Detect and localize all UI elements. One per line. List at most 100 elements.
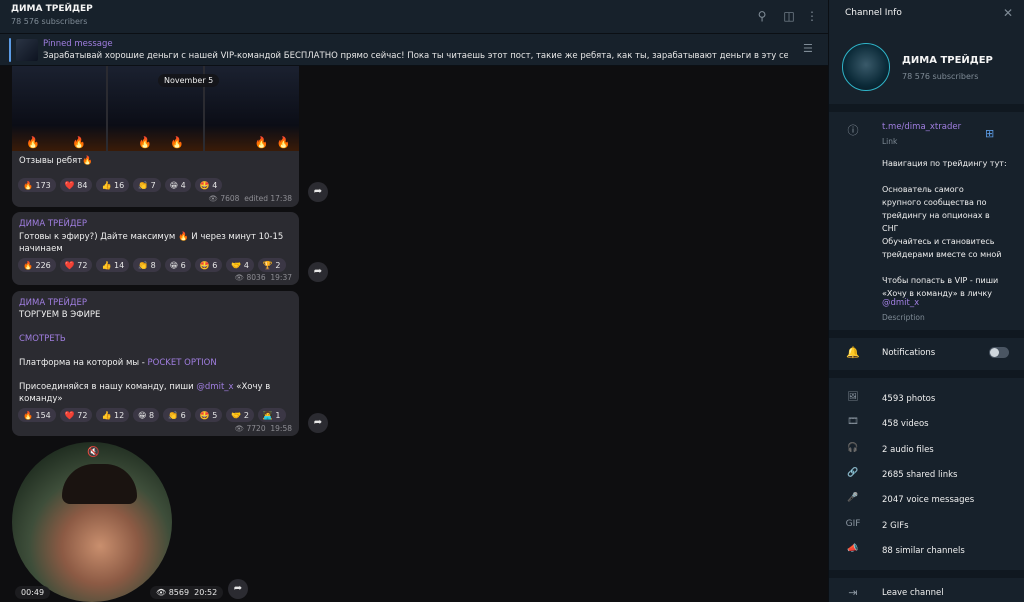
qr-code-icon[interactable]: ⊞ [985,127,994,140]
close-icon[interactable]: ✕ [1003,6,1013,20]
reaction-chip[interactable]: 🤩 6 [194,258,223,272]
reaction-chip[interactable]: 😁 6 [164,258,191,272]
message[interactable]: ДИМА ТРЕЙДЕР Готовы к эфиру?) Дайте макс… [12,212,299,285]
channel-info-panel: Channel Info ✕ ДИМА ТРЕЙДЕР 78 576 subsc… [828,0,1024,602]
divider [829,370,1024,378]
message-time: 19:58 [270,424,292,433]
divider [829,330,1024,338]
reaction-chip[interactable]: 😁 8 [133,408,160,422]
description-handle[interactable]: @dmit_x [882,298,919,308]
platform-prefix: Платформа на которой мы - [19,358,148,368]
view-count: 7608 [220,194,240,203]
reaction-chip[interactable]: 🤩 4 [194,178,223,192]
video-frame [62,464,137,504]
photos-icon: 🖼 [847,392,859,402]
reaction-chip[interactable]: 🔥 173 [18,178,56,192]
message-meta: 👁 7608 edited 17:38 [208,194,292,203]
divider [829,104,1024,112]
photo-album[interactable]: 🔥 🔥 🔥 🔥 🔥 🔥 [12,66,299,151]
message-meta: 👁 7720 19:58 [234,424,292,433]
reaction-chip[interactable]: 👏 7 [133,178,161,192]
video-message[interactable]: 🔇 [12,442,172,602]
search-icon[interactable]: ⚲ [754,8,770,24]
leave-icon: ⇥ [848,586,858,599]
link-icon: 🔗 [847,467,859,478]
channel-link[interactable]: t.me/dima_xtrader [882,122,961,132]
message[interactable]: ДИМА ТРЕЙДЕР ТОРГУЕМ В ЭФИРЕ СМОТРЕТЬ Пл… [12,291,299,436]
reaction-chip[interactable]: 😁 4 [164,178,191,192]
message-time: 20:52 [194,588,218,597]
photos-item[interactable]: 4593 photos [882,394,935,404]
reaction-chip[interactable]: 👏 6 [163,408,191,422]
notifications-toggle[interactable] [989,347,1009,358]
pin-list-icon[interactable]: ☰ [803,42,813,55]
reaction-chip[interactable]: 🤝 4 [226,258,254,272]
join-line2: команду» [19,394,63,404]
reaction-chip[interactable]: 🔥 226 [18,258,56,272]
join-suffix: «Хочу в [233,382,271,392]
description-label: Description [882,313,925,322]
reactions: 🔥 154 ❤️ 72 👍 12 😁 8 👏 6 🤩 5 🤝 2 🧑‍💻 1 [18,408,286,422]
reaction-chip[interactable]: ❤️ 72 [59,258,93,272]
videos-item[interactable]: 458 videos [882,419,929,429]
mute-icon[interactable]: 🔇 [87,447,99,458]
message-album[interactable]: 🔥 🔥 🔥 🔥 🔥 🔥 November 5 Отзывы ребят🔥 🔥 173 ❤… [12,66,299,207]
reaction-chip[interactable]: 🤝 2 [226,408,254,422]
watch-link[interactable]: СМОТРЕТЬ [19,333,66,345]
description-line: СНГ [882,224,899,233]
sidebar-toggle-icon[interactable]: ◫ [781,8,797,24]
pinned-message[interactable]: Pinned message Зарабатывай хорошие деньг… [0,34,828,66]
platform-link[interactable]: POCKET OPTION [148,358,217,368]
similar-channels-item[interactable]: 88 similar channels [882,546,965,556]
subscriber-count: 78 576 subscribers [11,17,88,26]
photo[interactable]: 🔥 🔥 [12,66,107,151]
leave-channel-button[interactable]: Leave channel [882,588,944,598]
reaction-chip[interactable]: 👏 8 [133,258,161,272]
reaction-chip[interactable]: 🔥 154 [18,408,56,422]
description-line: Навигация по трейдингу тут: [882,159,1007,168]
pinned-bar [9,38,11,62]
view-count: 8036 [246,273,266,282]
chat-header[interactable]: ДИМА ТРЕЙДЕР 78 576 subscribers ⚲ ◫ ⋮ [0,0,828,34]
message-author[interactable]: ДИМА ТРЕЙДЕР [19,298,87,308]
shared-links-item[interactable]: 2685 shared links [882,470,957,480]
reaction-chip[interactable]: 👍 12 [96,408,130,422]
join-link[interactable]: @dmit_x [196,382,233,392]
join-line: Присоединяйся в нашу команду, пиши @dmit… [19,381,284,405]
reaction-chip[interactable]: 🤩 5 [194,408,223,422]
reactions: 🔥 226 ❤️ 72 👍 14 👏 8 😁 6 🤩 6 🤝 4 🏆 2 [18,258,286,272]
join-prefix: Присоединяйся в нашу команду, пиши [19,382,197,392]
bell-icon: 🔔 [846,346,860,359]
panel-title: Channel Info [845,8,902,18]
link-label: Link [882,137,898,146]
avatar[interactable] [842,43,890,91]
gifs-item[interactable]: 2 GIFs [882,521,909,531]
forward-button[interactable]: ➦ [308,182,328,202]
message-text: Отзывы ребят🔥 [19,156,93,166]
reaction-chip[interactable]: ❤️ 84 [59,178,93,192]
forward-button[interactable]: ➦ [228,579,248,599]
more-icon[interactable]: ⋮ [804,8,820,24]
audio-files-item[interactable]: 2 audio files [882,445,934,455]
voice-messages-item[interactable]: 2047 voice messages [882,495,974,505]
message-time: edited 17:38 [244,194,292,203]
date-chip: November 5 [158,74,220,87]
reaction-chip[interactable]: ❤️ 72 [59,408,93,422]
description-line: крупного сообщества по [882,198,987,207]
description-line: трейдингу на опционах в [882,211,990,220]
videos-icon: 🎞 [847,417,859,428]
pinned-text: Зарабатывай хорошие деньги с нашей VIP-к… [43,51,788,61]
reaction-chip[interactable]: 🧑‍💻 1 [257,408,286,422]
channel-title[interactable]: ДИМА ТРЕЙДЕР [11,4,93,14]
pinned-title: Pinned message [43,39,113,49]
forward-button[interactable]: ➦ [308,262,328,282]
message-line: начинаем [19,244,63,254]
view-count: 8569 [168,588,190,597]
message-author[interactable]: ДИМА ТРЕЙДЕР [19,219,87,229]
reaction-chip[interactable]: 🏆 2 [257,258,286,272]
channel-name: ДИМА ТРЕЙДЕР [902,55,993,66]
description-line: Основатель самого [882,185,964,194]
reaction-chip[interactable]: 👍 14 [96,258,130,272]
forward-button[interactable]: ➦ [308,413,328,433]
reaction-chip[interactable]: 👍 16 [96,178,130,192]
